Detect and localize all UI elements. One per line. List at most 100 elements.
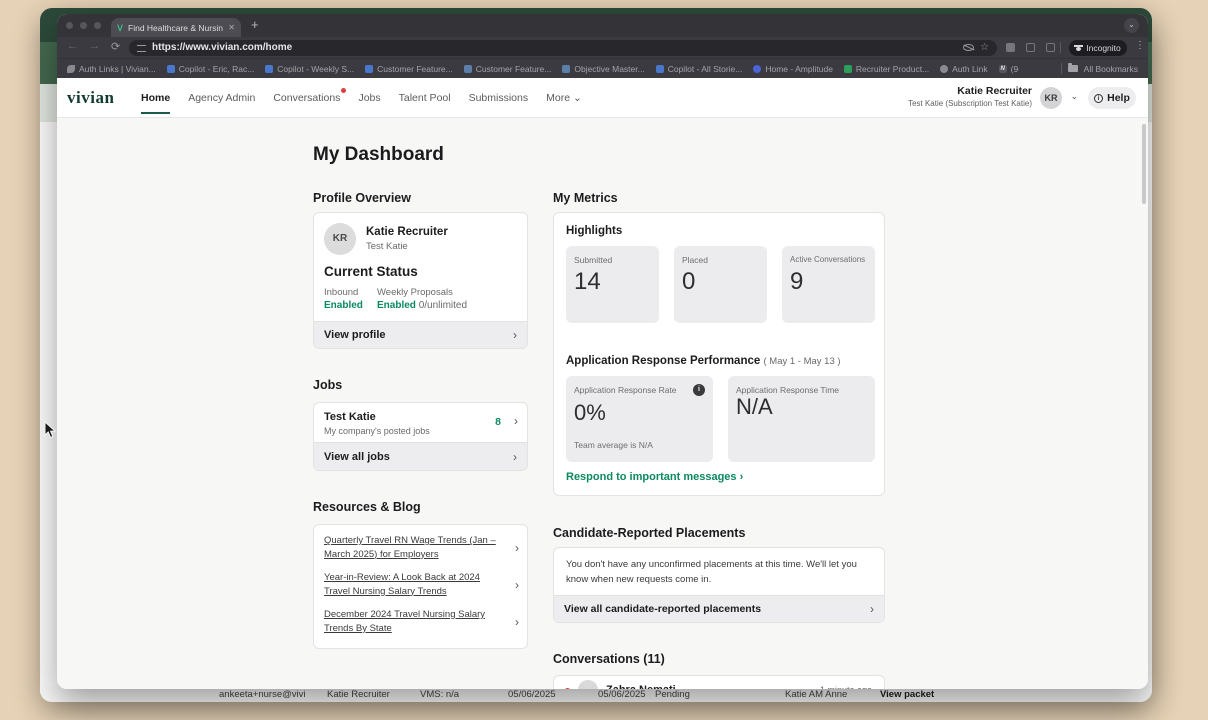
respond-messages-link[interactable]: Respond to important messages › (566, 471, 743, 483)
nav-submissions[interactable]: Submissions (469, 78, 529, 118)
jobs-heading: Jobs (313, 378, 343, 392)
grid-icon (562, 64, 571, 73)
bookmark-star-icon[interactable]: ☆ (980, 42, 989, 53)
sheet-icon (843, 64, 852, 73)
bookmarks-divider (1060, 63, 1062, 74)
bookmarks-bar: Auth Links | Vivian... Copilot - Eric, R… (57, 58, 1148, 78)
bookmark-item[interactable]: Auth Link (940, 64, 988, 74)
app-header: vivian Home Agency Admin Conversations J… (57, 78, 1148, 118)
blog-link[interactable]: Year-in-Review: A Look Back at 2024 Trav… (324, 571, 496, 599)
page-scrollbar[interactable] (1142, 124, 1146, 204)
nav-more[interactable]: More ⌄ (546, 78, 582, 118)
bookmark-item[interactable]: Objective Master... (562, 64, 645, 74)
folder-icon (1067, 63, 1078, 72)
window-close-button[interactable] (66, 22, 73, 29)
jobs-item-title[interactable]: Test Katie (324, 411, 376, 423)
view-packet-link[interactable]: View packet (880, 689, 934, 700)
bg-cell-date2: 05/06/2025 (598, 689, 646, 700)
info-icon[interactable]: i (693, 384, 705, 396)
view-all-placements-button[interactable]: View all candidate-reported placements › (554, 595, 884, 622)
bookmark-item[interactable]: Copilot - Eric, Rac... (166, 64, 254, 74)
response-rate-tile: Application Response Rate i 0% Team aver… (566, 376, 713, 462)
chevron-right-icon: › (515, 614, 519, 629)
vivian-favicon-icon: V (117, 22, 124, 33)
doc-icon (365, 64, 374, 73)
new-tab-button[interactable]: + (251, 17, 259, 32)
blog-link-row[interactable]: Year-in-Review: A Look Back at 2024 Trav… (324, 571, 519, 599)
conversation-name[interactable]: Zahra Nemati (606, 684, 676, 689)
address-bar[interactable]: https://www.vivian.com/home ☆ (129, 39, 997, 56)
chevron-down-icon: ⌄ (572, 92, 582, 104)
metrics-card: Highlights Submitted 14 Placed 0 Active … (553, 212, 885, 496)
window-minimize-button[interactable] (80, 22, 87, 29)
incognito-badge: Incognito (1069, 39, 1127, 56)
nav-conversations[interactable]: Conversations (273, 78, 347, 118)
site-settings-icon[interactable] (137, 44, 146, 52)
placements-message: You don't have any unconfirmed placement… (566, 559, 857, 585)
jobs-item-subtitle: My company's posted jobs (324, 426, 430, 436)
chevron-right-icon: › (515, 540, 519, 555)
profile-name: Katie Recruiter (366, 226, 448, 238)
browser-tab[interactable]: V Find Healthcare & Nursing Jo ✕ (111, 18, 241, 37)
grid-icon (463, 64, 472, 73)
window-zoom-button[interactable] (94, 22, 101, 29)
bookmark-item[interactable]: Auth Links | Vivian... (67, 64, 156, 74)
view-all-jobs-button[interactable]: View all jobs › (314, 442, 527, 470)
bookmark-item[interactable]: Recruiter Product... (843, 64, 929, 74)
tab-search-button[interactable]: ⌄ (1124, 18, 1139, 33)
tab-strip: V Find Healthcare & Nursing Jo ✕ + ⌄ (57, 14, 1148, 37)
nav-talent-pool[interactable]: Talent Pool (399, 78, 451, 118)
tab-close-icon[interactable]: ✕ (228, 23, 235, 32)
chevron-right-icon: › (514, 414, 518, 428)
conversations-card: Zahra Nemati 1 minute ago (553, 675, 885, 689)
bookmark-item[interactable]: Customer Feature... (463, 64, 551, 74)
chevron-right-icon: › (870, 602, 874, 616)
all-bookmarks-button[interactable]: All Bookmarks (1060, 63, 1138, 74)
extension-icon-1[interactable] (1006, 43, 1015, 52)
blog-link-row[interactable]: December 2024 Travel Nursing Salary Tren… (324, 608, 519, 636)
bookmark-item[interactable]: N(9+) Product Role... (998, 64, 1019, 74)
bookmark-item[interactable]: Customer Feature... (365, 64, 453, 74)
chevron-right-icon: › (515, 577, 519, 592)
reload-button[interactable]: ⟳ (111, 40, 120, 53)
inbound-value: Enabled (324, 300, 363, 311)
link-icon (67, 64, 75, 73)
forward-button[interactable]: → (89, 40, 100, 52)
doc-icon (166, 64, 175, 73)
back-button[interactable]: ← (67, 40, 78, 52)
avatar: KR (324, 223, 356, 255)
bookmark-item[interactable]: Home - Amplitude (753, 64, 833, 74)
view-profile-button[interactable]: View profile › (314, 321, 527, 348)
incognito-label: Incognito (1086, 42, 1121, 53)
chevron-right-icon: › (513, 328, 517, 342)
avatar (578, 680, 598, 689)
conversations-heading: Conversations (11) (553, 652, 665, 666)
amplitude-icon (753, 64, 762, 73)
extension-icon-3[interactable] (1046, 43, 1055, 52)
bg-cell-vms: VMS: n/a (420, 689, 460, 700)
browser-menu-icon[interactable]: ⋮ (1135, 40, 1145, 51)
chevron-right-icon: › (513, 449, 517, 464)
extension-icon-2[interactable] (1026, 43, 1035, 52)
eye-off-icon[interactable] (963, 44, 975, 51)
bg-cell-status: Pending (655, 689, 690, 700)
nav-jobs[interactable]: Jobs (358, 78, 380, 118)
blog-link-row[interactable]: Quarterly Travel RN Wage Trends (Jan – M… (324, 534, 519, 562)
mouse-cursor (44, 421, 56, 439)
browser-window: V Find Healthcare & Nursing Jo ✕ + ⌄ ← →… (57, 14, 1148, 689)
blog-link[interactable]: December 2024 Travel Nursing Salary Tren… (324, 608, 496, 636)
url-text[interactable]: https://www.vivian.com/home (152, 42, 957, 53)
nav-agency-admin[interactable]: Agency Admin (188, 78, 255, 118)
bookmark-item[interactable]: Copilot - All Storie... (655, 64, 742, 74)
globe-icon (940, 64, 949, 73)
user-menu-chevron-icon[interactable]: ⌄ (1070, 91, 1078, 102)
vivian-logo[interactable]: vivian (67, 88, 114, 108)
bookmark-item[interactable]: Copilot - Weekly S... (265, 64, 354, 74)
current-status-heading: Current Status (324, 264, 418, 279)
avatar[interactable]: KR (1040, 87, 1062, 109)
jobs-count-badge: 8 (495, 416, 501, 428)
blog-link[interactable]: Quarterly Travel RN Wage Trends (Jan – M… (324, 534, 496, 562)
nav-home[interactable]: Home (141, 78, 171, 118)
bookmarks-list: Auth Links | Vivian... Copilot - Eric, R… (67, 64, 1019, 74)
help-button[interactable]: i Help (1088, 87, 1136, 109)
